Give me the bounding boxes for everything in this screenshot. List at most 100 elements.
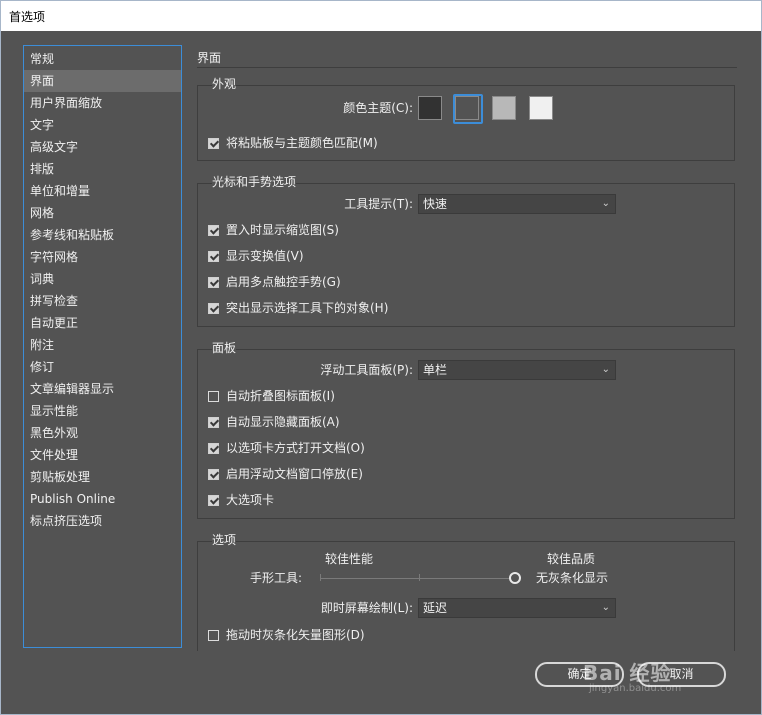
option-label: 突出显示选择工具下的对象(H) (226, 301, 389, 315)
option-row[interactable]: 突出显示选择工具下的对象(H) (208, 299, 388, 317)
option-label: 启用浮动文档窗口停放(E) (226, 467, 363, 481)
greek-vector-checkbox[interactable] (208, 629, 219, 641)
option-row[interactable]: 大选项卡 (208, 491, 274, 509)
theme-swatch-lightest[interactable] (527, 94, 557, 124)
hand-tool-label: 手形工具: (249, 571, 302, 585)
match-pasteboard-label: 将粘贴板与主题颜色匹配(M) (226, 136, 378, 150)
hand-tool-slider-tick (419, 574, 420, 581)
panels-group: 面板 浮动工具面板(P): 单栏 ⌄ 自动折叠图标面板(I) 自动显示隐藏面板(A… (197, 339, 735, 519)
option-label: 启用多点触控手势(G) (226, 275, 341, 289)
option-checkbox[interactable] (208, 224, 219, 236)
theme-swatch-light[interactable] (490, 94, 520, 124)
sidebar-item[interactable]: 修订 (24, 356, 181, 378)
theme-swatch-dark[interactable] (453, 94, 483, 124)
sidebar-item[interactable]: 剪贴板处理 (24, 466, 181, 488)
hand-tool-slider-tick (320, 574, 321, 581)
tooltip-select[interactable]: 快速 ⌄ (418, 194, 616, 214)
tooltip-label: 工具提示(T): (344, 197, 413, 211)
sidebar-item[interactable]: 单位和增量 (24, 180, 181, 202)
option-checkbox[interactable] (208, 250, 219, 262)
interface-panel: 界面 外观 颜色主题(C): 将粘贴板与主题颜色匹配(M) 光标和手势选项 工具… (197, 45, 737, 652)
panels-group-label: 面板 (212, 339, 237, 356)
title-bar: 首选项 (1, 1, 761, 31)
sidebar-item[interactable]: 字符网格 (24, 246, 181, 268)
live-draw-select-value: 延迟 (423, 601, 448, 615)
option-label: 大选项卡 (226, 493, 275, 507)
window-title: 首选项 (9, 10, 46, 24)
sidebar-item[interactable]: 标点挤压选项 (24, 510, 181, 532)
option-label: 显示变换值(V) (226, 249, 304, 263)
option-label: 自动折叠图标面板(I) (226, 389, 335, 403)
floating-panel-select[interactable]: 单栏 ⌄ (418, 360, 616, 380)
sidebar-item[interactable]: 网格 (24, 202, 181, 224)
cursor-group-label: 光标和手势选项 (212, 173, 297, 190)
option-checkbox[interactable] (208, 468, 219, 480)
option-row[interactable]: 置入时显示缩览图(S) (208, 221, 339, 239)
sidebar-item[interactable]: 文字 (24, 114, 181, 136)
hand-tool-value-label: 无灰条化显示 (536, 571, 609, 585)
sidebar-item[interactable]: 参考线和粘贴板 (24, 224, 181, 246)
appearance-group-label: 外观 (212, 75, 237, 92)
option-row[interactable]: 显示变换值(V) (208, 247, 304, 265)
option-label: 置入时显示缩览图(S) (226, 223, 339, 237)
sidebar-item[interactable]: 排版 (24, 158, 181, 180)
theme-swatch-color (418, 96, 442, 120)
sidebar-item[interactable]: 界面 (24, 70, 181, 92)
chevron-down-icon: ⌄ (601, 198, 610, 209)
sidebar-item[interactable]: 显示性能 (24, 400, 181, 422)
option-label: 自动显示隐藏面板(A) (226, 415, 340, 429)
sidebar-item[interactable]: 附注 (24, 334, 181, 356)
option-row[interactable]: 自动显示隐藏面板(A) (208, 413, 340, 431)
chevron-down-icon: ⌄ (601, 602, 610, 613)
sidebar-item[interactable]: 常规 (24, 48, 181, 70)
better-performance-label: 较佳性能 (325, 552, 374, 566)
live-draw-label: 即时屏幕绘制(L): (320, 601, 413, 615)
option-row[interactable]: 启用多点触控手势(G) (208, 273, 341, 291)
options-group: 选项 较佳性能 较佳品质 手形工具: 无灰条化显示 即时屏幕绘制(L): 延迟 … (197, 531, 735, 651)
options-group-label: 选项 (212, 531, 237, 548)
greek-vector-option[interactable]: 拖动时灰条化矢量图形(D) (208, 626, 365, 644)
sidebar-item[interactable]: 词典 (24, 268, 181, 290)
option-checkbox[interactable] (208, 302, 219, 314)
chevron-down-icon: ⌄ (601, 364, 610, 375)
option-row[interactable]: 以选项卡方式打开文档(O) (208, 439, 365, 457)
category-list: 常规 界面 用户界面缩放 文字 高级文字 排版 单位和增量 网格 参考线和粘贴板 字符网格 词典 拼写… (23, 45, 182, 648)
sidebar-item[interactable]: 文章编辑器显示 (24, 378, 181, 400)
sidebar-item[interactable]: Publish Online (24, 488, 181, 510)
option-checkbox[interactable] (208, 442, 219, 454)
tooltip-select-value: 快速 (423, 197, 448, 211)
option-row[interactable]: 启用浮动文档窗口停放(E) (208, 465, 363, 483)
watermark-url: jingyan.baidu.com (589, 683, 682, 694)
theme-swatch-color (455, 96, 479, 120)
option-label: 以选项卡方式打开文档(O) (226, 441, 365, 455)
sidebar-item[interactable]: 文件处理 (24, 444, 181, 466)
sidebar-item[interactable]: 拼写检查 (24, 290, 181, 312)
theme-swatch-color (492, 96, 516, 120)
cursor-group: 光标和手势选项 工具提示(T): 快速 ⌄ 置入时显示缩览图(S) 显示变换值(V… (197, 173, 735, 327)
hand-tool-slider-track[interactable] (320, 578, 515, 579)
live-draw-select[interactable]: 延迟 ⌄ (418, 598, 616, 618)
page-title: 界面 (197, 51, 222, 65)
option-checkbox[interactable] (208, 494, 219, 506)
title-divider (197, 67, 737, 68)
option-checkbox[interactable] (208, 276, 219, 288)
preferences-dialog: 首选项 常规 界面 用户界面缩放 文字 高级文字 排版 单位和增量 网格 参考线和粘贴板 字符网格… (0, 0, 762, 715)
theme-swatch-darkest[interactable] (416, 94, 446, 124)
match-pasteboard-checkbox[interactable] (208, 137, 219, 149)
option-checkbox[interactable] (208, 390, 219, 402)
sidebar-item[interactable]: 用户界面缩放 (24, 92, 181, 114)
option-checkbox[interactable] (208, 416, 219, 428)
option-row[interactable]: 自动折叠图标面板(I) (208, 387, 335, 405)
sidebar-item[interactable]: 高级文字 (24, 136, 181, 158)
greek-vector-label: 拖动时灰条化矢量图形(D) (226, 628, 365, 642)
match-pasteboard-option[interactable]: 将粘贴板与主题颜色匹配(M) (208, 134, 378, 152)
sidebar-item[interactable]: 黑色外观 (24, 422, 181, 444)
theme-swatch-color (529, 96, 553, 120)
color-theme-label: 颜色主题(C): (343, 101, 413, 115)
floating-panel-label: 浮动工具面板(P): (320, 363, 413, 377)
watermark-logo: Bai 经验 (583, 661, 672, 685)
hand-tool-slider-knob[interactable] (509, 572, 521, 584)
sidebar-item[interactable]: 自动更正 (24, 312, 181, 334)
floating-panel-select-value: 单栏 (423, 363, 448, 377)
better-quality-label: 较佳品质 (547, 552, 596, 566)
